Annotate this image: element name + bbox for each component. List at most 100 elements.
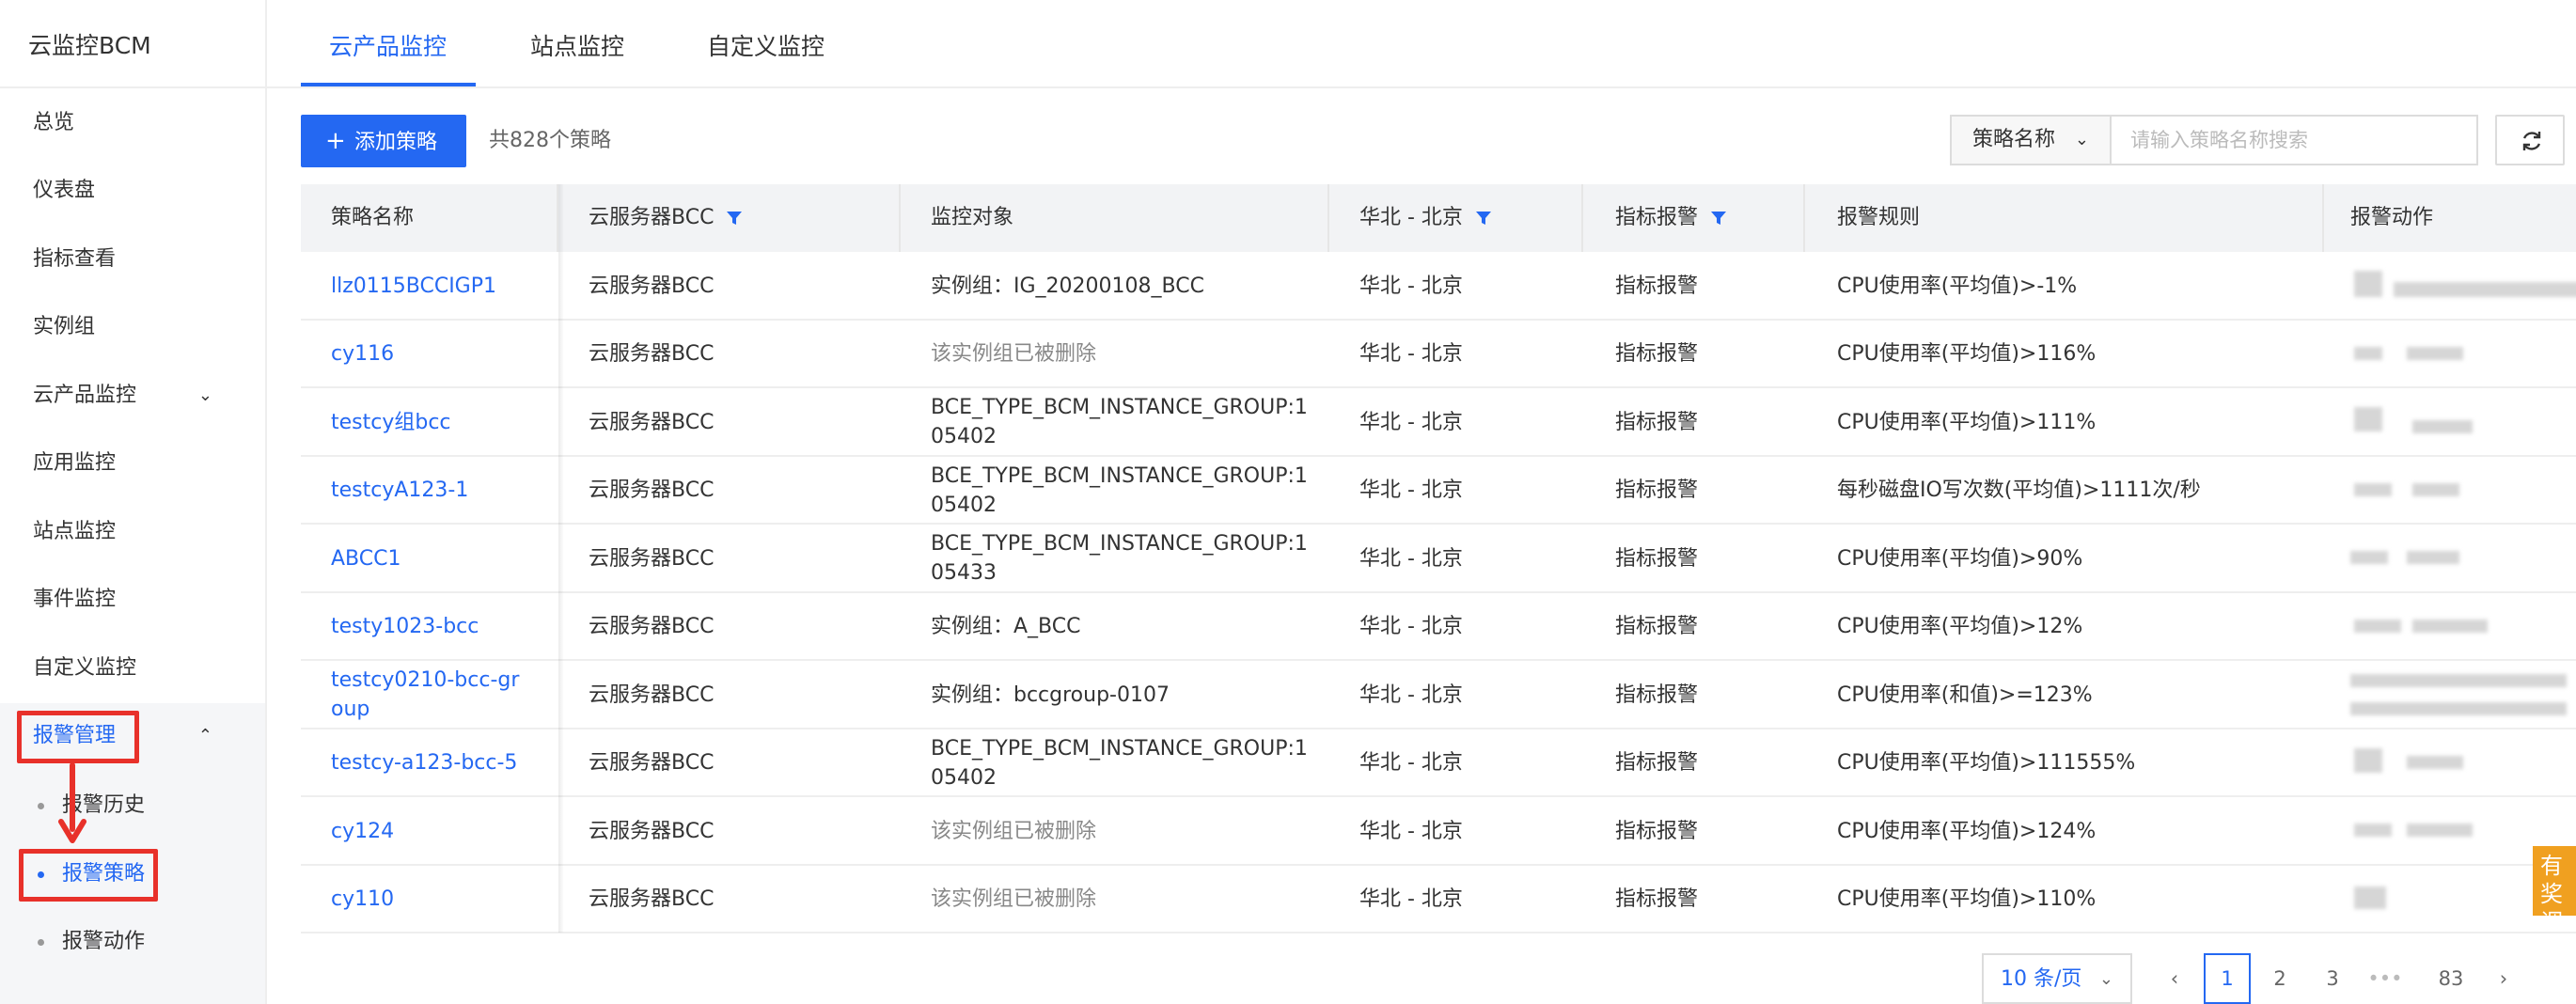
table-row: cy124 云服务器BCC 该实例组已被删除 华北 - 北京 指标报警 CPU使… bbox=[301, 797, 2576, 866]
bullet-icon bbox=[38, 803, 44, 809]
sidebar-item-cloud-product[interactable]: 云产品监控 ⌄ bbox=[0, 363, 265, 429]
alarm-rule-cell: CPU使用率(平均值)>124% bbox=[1837, 819, 2097, 843]
redacted-alarm-action bbox=[2350, 388, 2576, 456]
column-divider bbox=[2322, 184, 2324, 252]
table-row: testcyA123-1 云服务器BCC BCE_TYPE_BCM_INSTAN… bbox=[301, 457, 2576, 525]
page-size-select[interactable]: 10 条/页 ⌄ bbox=[1982, 953, 2132, 1004]
alarm-type-cell: 指标报警 bbox=[1615, 682, 1699, 707]
monitor-object-cell: 实例组：A_BCC bbox=[931, 615, 1081, 638]
sidebar-item-custom-monitor[interactable]: 自定义监控 bbox=[0, 635, 265, 701]
region-cell: 华北 - 北京 bbox=[1359, 546, 1463, 571]
sidebar-item-instance-group[interactable]: 实例组 bbox=[0, 294, 265, 360]
add-policy-button[interactable]: + 添加策略 bbox=[301, 115, 466, 167]
filter-icon[interactable] bbox=[1710, 210, 1727, 227]
policy-name-link[interactable]: testcy0210-bcc-group bbox=[331, 661, 528, 729]
sidebar-subitem-label: 报警动作 bbox=[62, 930, 146, 953]
sidebar-item-event-monitor[interactable]: 事件监控 bbox=[0, 567, 265, 633]
redacted-alarm-action bbox=[2350, 457, 2576, 525]
filter-icon[interactable] bbox=[1475, 210, 1492, 227]
product-cell: 云服务器BCC bbox=[589, 274, 715, 298]
header-region-filter[interactable]: 华北 - 北京 bbox=[1359, 184, 1492, 252]
redacted-alarm-action bbox=[2350, 252, 2576, 320]
region-cell: 华北 - 北京 bbox=[1359, 682, 1463, 707]
redacted-alarm-action bbox=[2350, 321, 2576, 388]
region-cell: 华北 - 北京 bbox=[1359, 274, 1463, 298]
search-field-select[interactable]: 策略名称 ⌄ bbox=[1950, 115, 2112, 165]
alarm-rule-cell: CPU使用率(平均值)>90% bbox=[1837, 546, 2083, 571]
chevron-down-icon: ⌄ bbox=[2074, 130, 2089, 149]
bullet-icon bbox=[38, 939, 44, 946]
policy-name-link[interactable]: testcyA123-1 bbox=[331, 457, 547, 525]
monitor-object-cell: 实例组：IG_20200108_BCC bbox=[931, 274, 1204, 298]
region-cell: 华北 - 北京 bbox=[1359, 887, 1463, 911]
sidebar-subitem-alarm-history[interactable]: 报警历史 bbox=[0, 773, 265, 839]
monitor-object-cell: BCE_TYPE_BCM_INSTANCE_GROUP:105433 bbox=[931, 532, 1308, 585]
alarm-type-cell: 指标报警 bbox=[1615, 819, 1699, 843]
header-label: 指标报警 bbox=[1615, 206, 1699, 229]
monitor-object-cell: BCE_TYPE_BCM_INSTANCE_GROUP:105402 bbox=[931, 463, 1308, 517]
tab-site-monitor[interactable]: 站点监控 bbox=[530, 0, 624, 88]
sidebar-item-metrics[interactable]: 指标查看 bbox=[0, 227, 265, 292]
tab-custom-monitor[interactable]: 自定义监控 bbox=[707, 0, 825, 88]
table-row: ABCC1 云服务器BCC BCE_TYPE_BCM_INSTANCE_GROU… bbox=[301, 525, 2576, 593]
sidebar-item-overview[interactable]: 总览 bbox=[0, 90, 265, 156]
column-divider bbox=[1327, 184, 1329, 252]
header-alarm-type-filter[interactable]: 指标报警 bbox=[1615, 184, 1727, 252]
sidebar-item-label: 云产品监控 bbox=[33, 384, 137, 407]
policy-name-link[interactable]: llz0115BCCIGP1 bbox=[331, 252, 547, 320]
policy-count: 共828个策略 bbox=[489, 129, 611, 152]
product-cell: 云服务器BCC bbox=[589, 887, 715, 911]
filter-icon[interactable] bbox=[726, 210, 743, 227]
alarm-rule-cell: CPU使用率(平均值)>12% bbox=[1837, 615, 2083, 638]
page-83-button[interactable]: 83 bbox=[2427, 953, 2474, 1004]
alarm-type-cell: 指标报警 bbox=[1615, 615, 1699, 638]
monitor-object-cell: 该实例组已被删除 bbox=[931, 342, 1097, 366]
alarm-rule-cell: CPU使用率(平均值)>116% bbox=[1837, 342, 2097, 366]
monitor-object-cell: 该实例组已被删除 bbox=[931, 887, 1097, 911]
page-3-button[interactable]: 3 bbox=[2309, 953, 2356, 1004]
policy-name-link[interactable]: ABCC1 bbox=[331, 525, 547, 592]
region-cell: 华北 - 北京 bbox=[1359, 751, 1463, 775]
header-product-filter[interactable]: 云服务器BCC bbox=[589, 184, 743, 252]
product-cell: 云服务器BCC bbox=[589, 682, 715, 707]
alarm-type-cell: 指标报警 bbox=[1615, 751, 1699, 775]
sidebar-item-site-monitor[interactable]: 站点监控 bbox=[0, 499, 265, 565]
search-input[interactable] bbox=[2110, 115, 2478, 165]
refresh-icon bbox=[2522, 132, 2541, 150]
sidebar-item-dashboard[interactable]: 仪表盘 bbox=[0, 158, 265, 224]
table-row: testcy-a123-bcc-5 云服务器BCC BCE_TYPE_BCM_I… bbox=[301, 729, 2576, 797]
product-cell: 云服务器BCC bbox=[589, 615, 715, 638]
policy-name-link[interactable]: cy116 bbox=[331, 321, 547, 388]
survey-float-button[interactable]: 有奖调研 bbox=[2533, 846, 2576, 916]
policy-name-link[interactable]: cy124 bbox=[331, 797, 547, 865]
region-cell: 华北 - 北京 bbox=[1359, 478, 1463, 502]
next-page-button[interactable]: › bbox=[2480, 953, 2527, 1004]
table-row: cy110 云服务器BCC 该实例组已被删除 华北 - 北京 指标报警 CPU使… bbox=[301, 866, 2576, 933]
page-2-button[interactable]: 2 bbox=[2256, 953, 2303, 1004]
prev-page-button[interactable]: ‹ bbox=[2151, 953, 2198, 1004]
table-row: testcy组bcc 云服务器BCC BCE_TYPE_BCM_INSTANCE… bbox=[301, 388, 2576, 457]
sidebar-subitem-alarm-action[interactable]: 报警动作 bbox=[0, 909, 265, 975]
product-cell: 云服务器BCC bbox=[589, 342, 715, 366]
monitor-object-cell: BCE_TYPE_BCM_INSTANCE_GROUP:105402 bbox=[931, 736, 1308, 790]
add-policy-label: 添加策略 bbox=[354, 131, 438, 154]
chevron-down-icon: ⌄ bbox=[2098, 969, 2113, 989]
table-row: cy116 云服务器BCC 该实例组已被删除 华北 - 北京 指标报警 CPU使… bbox=[301, 321, 2576, 388]
alarm-type-cell: 指标报警 bbox=[1615, 546, 1699, 571]
header-monitor-object: 监控对象 bbox=[931, 206, 1014, 229]
product-cell: 云服务器BCC bbox=[589, 819, 715, 843]
policy-name-link[interactable]: testcy组bcc bbox=[331, 388, 547, 456]
policy-name-link[interactable]: cy110 bbox=[331, 866, 547, 933]
region-cell: 华北 - 北京 bbox=[1359, 410, 1463, 434]
page-ellipsis-button[interactable]: ••• bbox=[2362, 953, 2409, 1004]
product-cell: 云服务器BCC bbox=[589, 478, 715, 502]
sidebar-item-app-monitor[interactable]: 应用监控 bbox=[0, 431, 265, 496]
monitor-object-cell: 实例组：bccgroup-0107 bbox=[931, 682, 1170, 707]
policy-name-link[interactable]: testy1023-bcc bbox=[331, 593, 547, 661]
refresh-button[interactable] bbox=[2495, 115, 2565, 165]
tab-cloud-product-monitor[interactable]: 云产品监控 bbox=[329, 0, 447, 88]
page-1-button[interactable]: 1 bbox=[2204, 953, 2251, 1004]
policy-name-link[interactable]: testcy-a123-bcc-5 bbox=[331, 729, 547, 797]
redacted-alarm-action bbox=[2350, 729, 2576, 797]
page-size-value: 10 条/页 bbox=[2001, 967, 2082, 991]
